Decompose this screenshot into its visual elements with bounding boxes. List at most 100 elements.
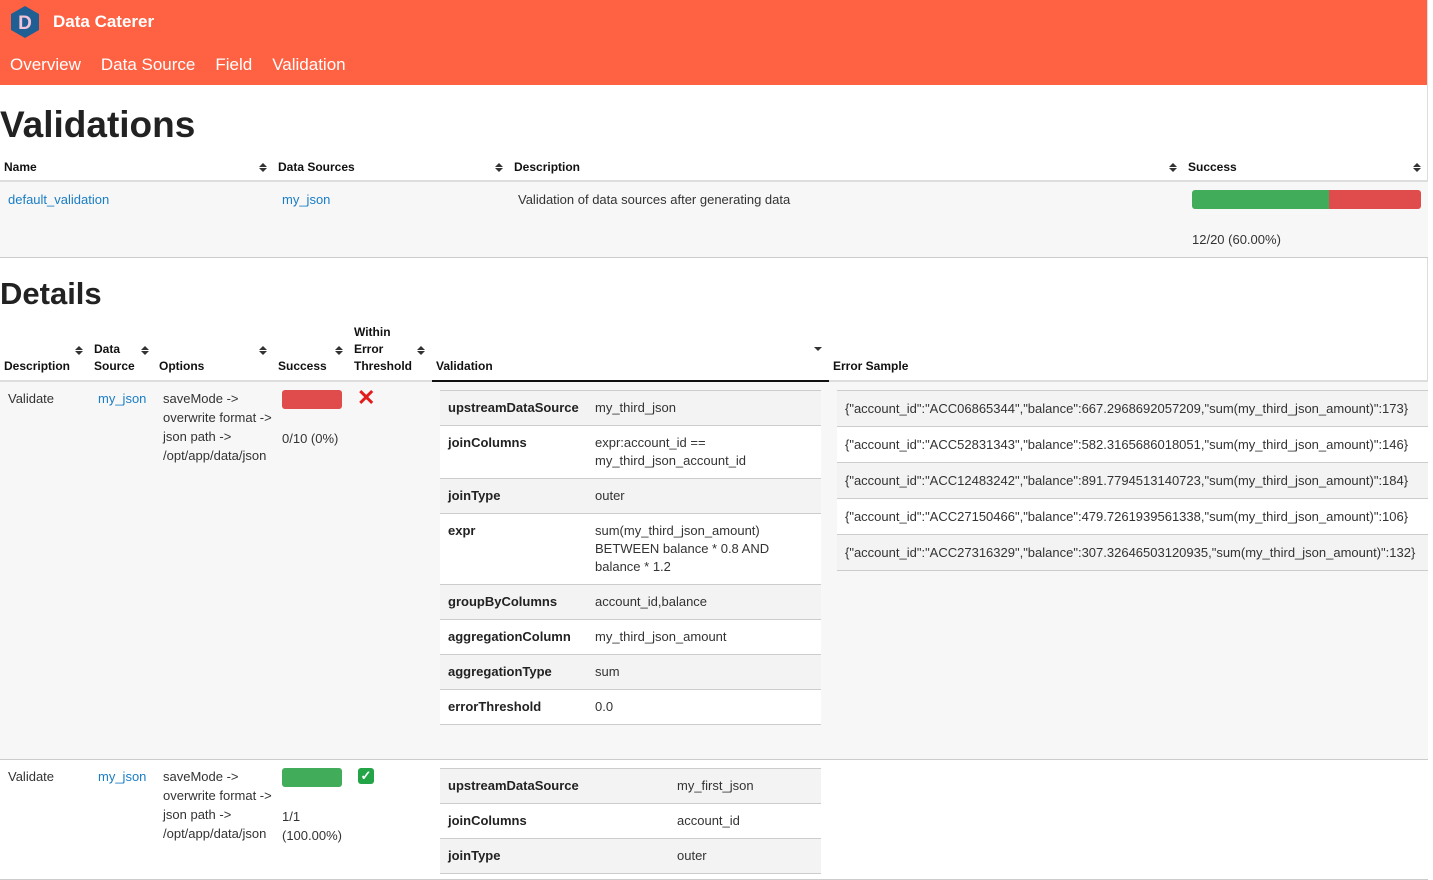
error-sample-row: {"account_id":"ACC12483242","balance":89… <box>837 462 1428 499</box>
nav-overview[interactable]: Overview <box>10 55 81 75</box>
detail-options: saveMode -> overwrite format -> json pat… <box>163 769 272 841</box>
config-key: errorThreshold <box>448 699 542 714</box>
success-progress-bar <box>1192 190 1421 209</box>
config-row: groupByColumns account_id,balance <box>440 584 821 620</box>
failure-bar-fill <box>1329 190 1421 209</box>
config-value: account_id <box>677 813 740 828</box>
config-key: joinType <box>448 848 501 863</box>
error-sample-row: {"account_id":"ACC27316329","balance":30… <box>837 534 1428 571</box>
config-key: aggregationColumn <box>448 629 571 644</box>
config-row: errorThreshold 0.0 <box>440 689 821 725</box>
sort-icon[interactable] <box>75 346 83 355</box>
validations-heading: Validations <box>0 104 196 145</box>
sort-icon[interactable] <box>417 346 425 355</box>
validation-config-table: upstreamDataSource my_third_json joinColu… <box>440 390 821 725</box>
data-source-link[interactable]: my_json <box>98 389 146 408</box>
error-sample: {"account_id":"ACC06865344","balance":66… <box>845 401 1409 416</box>
column-header-data-sources[interactable]: Data Sources <box>278 160 355 174</box>
detail-description: Validate <box>8 769 55 784</box>
details-table: Description Data Source Options Success … <box>0 322 1428 880</box>
success-progress-bar <box>282 390 342 409</box>
brand[interactable]: D Data Caterer <box>9 5 154 39</box>
config-value: expr:account_id == my_third_json_account… <box>595 435 747 468</box>
column-header-within-line1[interactable]: Within <box>354 324 391 341</box>
column-header-success[interactable]: Success <box>1188 160 1237 174</box>
config-value: my_third_json_amount <box>595 629 727 644</box>
column-header-success[interactable]: Success <box>278 358 327 375</box>
config-value: my_third_json <box>595 400 676 415</box>
sort-icon[interactable] <box>1169 163 1177 172</box>
config-row: expr sum(my_third_json_amount) BETWEEN ba… <box>440 513 821 585</box>
table-row: Validate my_json saveMode -> overwrite f… <box>0 382 1428 760</box>
config-key: groupByColumns <box>448 594 558 609</box>
success-text: 0/10 (0%) <box>282 431 339 446</box>
error-sample-row: {"account_id":"ACC52831343","balance":58… <box>837 426 1428 463</box>
success-text: 12/20 (60.00%) <box>1192 232 1281 247</box>
column-header-data-source-line1[interactable]: Data <box>94 341 120 358</box>
config-key: joinColumns <box>448 813 527 828</box>
sort-icon[interactable] <box>335 346 343 355</box>
error-sample: {"account_id":"ACC27150466","balance":47… <box>845 509 1409 524</box>
column-header-options[interactable]: Options <box>159 358 204 375</box>
error-sample: {"account_id":"ACC12483242","balance":89… <box>845 473 1409 488</box>
table-row: default_validation my_json Validation of… <box>0 182 1428 258</box>
table-row: Validate my_json saveMode -> overwrite f… <box>0 760 1428 880</box>
config-row: upstreamDataSource my_first_json <box>440 768 821 804</box>
config-row: joinType outer <box>440 478 821 514</box>
nav-validation[interactable]: Validation <box>272 55 345 75</box>
data-source-link[interactable]: my_json <box>98 767 146 786</box>
logo-icon: D <box>9 5 41 39</box>
error-sample-row: {"account_id":"ACC27150466","balance":47… <box>837 498 1428 535</box>
nav-field[interactable]: Field <box>215 55 252 75</box>
top-navbar: D Data Caterer Overview Data Source Fiel… <box>0 0 1427 85</box>
validations-table-header: Name Data Sources Description Success <box>0 155 1428 182</box>
column-header-name[interactable]: Name <box>4 160 37 174</box>
sort-icon[interactable] <box>259 163 267 172</box>
validations-table: Name Data Sources Description Success de… <box>0 155 1428 258</box>
data-source-link[interactable]: my_json <box>282 192 330 207</box>
column-header-description[interactable]: Description <box>514 160 580 174</box>
svg-text:D: D <box>18 13 32 34</box>
detail-description: Validate <box>8 391 55 406</box>
sort-icon[interactable] <box>495 163 503 172</box>
config-key: aggregationType <box>448 664 552 679</box>
sort-icon[interactable] <box>141 346 149 355</box>
column-header-within-line2[interactable]: Error <box>354 341 383 358</box>
column-header-within-line3[interactable]: Threshold <box>354 358 412 375</box>
error-sample: {"account_id":"ACC27316329","balance":30… <box>845 545 1416 560</box>
details-table-header: Description Data Source Options Success … <box>0 322 1428 382</box>
validation-name-link[interactable]: default_validation <box>8 192 109 207</box>
config-row: joinColumns expr:account_id == my_third_j… <box>440 425 821 479</box>
config-value: outer <box>595 488 625 503</box>
failure-bar-fill <box>282 390 342 409</box>
sort-desc-icon[interactable] <box>814 347 822 351</box>
sort-icon[interactable] <box>1413 163 1421 172</box>
column-header-description[interactable]: Description <box>4 358 70 375</box>
column-header-validation[interactable]: Validation <box>436 358 493 375</box>
app-title: Data Caterer <box>53 12 155 31</box>
config-key: expr <box>448 523 476 538</box>
cross-icon: ✕ <box>357 385 376 410</box>
config-key: upstreamDataSource <box>448 400 579 415</box>
column-header-data-source-line2[interactable]: Source <box>94 358 135 375</box>
error-sample: {"account_id":"ACC52831343","balance":58… <box>845 437 1409 452</box>
config-value: 0.0 <box>595 699 614 714</box>
config-value: account_id,balance <box>595 594 708 609</box>
success-bar-fill <box>282 768 342 787</box>
nav-data-source[interactable]: Data Source <box>101 55 196 75</box>
detail-options: saveMode -> overwrite format -> json pat… <box>163 391 272 463</box>
config-value: my_first_json <box>677 778 754 793</box>
success-progress-bar <box>282 768 342 787</box>
config-key: joinType <box>448 488 501 503</box>
validation-config-table: upstreamDataSource my_first_json joinColu… <box>440 768 821 874</box>
success-text: 1/1 (100.00%) <box>282 809 342 843</box>
config-value: sum <box>595 664 620 679</box>
sort-icon[interactable] <box>259 346 267 355</box>
details-heading: Details <box>0 276 102 311</box>
config-row: upstreamDataSource my_third_json <box>440 390 821 426</box>
config-row: joinType outer <box>440 838 821 874</box>
column-header-error-sample: Error Sample <box>833 359 909 373</box>
main-nav: Overview Data Source Field Validation <box>10 55 346 75</box>
config-row: joinColumns account_id <box>440 803 821 839</box>
success-bar-fill <box>1192 190 1330 209</box>
